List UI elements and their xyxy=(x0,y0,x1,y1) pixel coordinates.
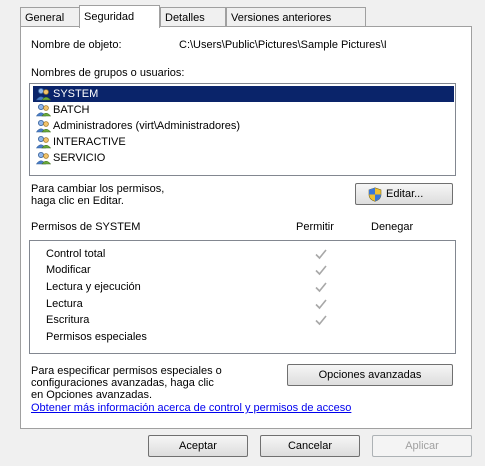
permission-row-escritura: Escritura xyxy=(46,312,446,328)
group-item-batch[interactable]: BATCH xyxy=(33,102,454,118)
edit-button-label: Editar... xyxy=(386,188,424,200)
permissions-list[interactable]: Control total Modificar Lectura y ejecuc… xyxy=(29,240,456,354)
group-name: INTERACTIVE xyxy=(53,136,126,148)
check-icon xyxy=(315,282,327,293)
edit-button[interactable]: Editar... xyxy=(355,183,453,205)
users-icon xyxy=(36,104,51,117)
group-item-interactive[interactable]: INTERACTIVE xyxy=(33,134,454,150)
check-icon xyxy=(315,249,327,260)
users-icon xyxy=(36,120,51,133)
users-icon xyxy=(36,136,51,149)
groups-label: Nombres de grupos o usuarios: xyxy=(31,67,185,79)
apply-button-label: Aplicar xyxy=(405,440,439,452)
permission-name: Lectura xyxy=(46,298,83,310)
learn-more-link[interactable]: Obtener más información acerca de contro… xyxy=(31,402,351,414)
cancel-button-label: Cancelar xyxy=(287,440,333,452)
tab-details-label: Detalles xyxy=(165,12,205,24)
security-tab-panel: Nombre de objeto: C:\Users\Public\Pictur… xyxy=(20,26,472,429)
deny-column-header: Denegar xyxy=(371,221,414,233)
check-icon xyxy=(315,299,327,310)
apply-button[interactable]: Aplicar xyxy=(372,435,472,457)
allow-column-header: Permitir xyxy=(296,221,334,233)
groups-list[interactable]: SYSTEM BATCH Administradores (virt\Admin… xyxy=(29,83,456,176)
tab-previous-versions-label: Versiones anteriores xyxy=(231,12,332,24)
ok-button-label: Aceptar xyxy=(179,440,217,452)
permissions-header-label: Permisos de SYSTEM xyxy=(31,221,141,233)
change-permissions-text-2: haga clic en Editar. xyxy=(31,195,124,207)
permission-name: Lectura y ejecución xyxy=(46,281,141,293)
tab-security[interactable]: Seguridad xyxy=(79,5,160,28)
permission-row-control-total: Control total xyxy=(46,246,446,262)
tab-details[interactable]: Detalles xyxy=(160,7,226,26)
advanced-text-1: Para especificar permisos especiales o xyxy=(31,365,222,377)
users-icon xyxy=(36,152,51,165)
shield-icon xyxy=(368,187,382,202)
group-name: SYSTEM xyxy=(53,88,99,100)
permission-name: Modificar xyxy=(46,264,91,276)
tab-security-label: Seguridad xyxy=(84,11,135,23)
permission-row-permisos-especiales: Permisos especiales xyxy=(46,329,446,345)
advanced-text-2: configuraciones avanzadas, haga clic xyxy=(31,377,214,389)
group-item-servicio[interactable]: SERVICIO xyxy=(33,150,454,166)
group-item-administradores[interactable]: Administradores (virt\Administradores) xyxy=(33,118,454,134)
permission-name: Escritura xyxy=(46,314,90,326)
group-item-system[interactable]: SYSTEM xyxy=(33,86,454,102)
ok-button[interactable]: Aceptar xyxy=(148,435,248,457)
tab-general[interactable]: General xyxy=(20,7,81,26)
tab-general-label: General xyxy=(25,12,65,24)
permission-row-modificar: Modificar xyxy=(46,262,446,278)
object-name-value: C:\Users\Public\Pictures\Sample Pictures… xyxy=(179,39,387,51)
advanced-text-3: en Opciones avanzadas. xyxy=(31,389,153,401)
cancel-button[interactable]: Cancelar xyxy=(260,435,360,457)
change-permissions-text-1: Para cambiar los permisos, xyxy=(31,183,165,195)
advanced-options-button-label: Opciones avanzadas xyxy=(318,369,422,381)
group-name: Administradores (virt\Administradores) xyxy=(53,120,241,132)
permission-row-lectura: Lectura xyxy=(46,296,446,312)
group-name: BATCH xyxy=(53,104,90,116)
permission-name: Control total xyxy=(46,248,106,260)
tab-previous-versions[interactable]: Versiones anteriores xyxy=(226,7,366,26)
users-icon xyxy=(36,88,51,101)
permission-row-lectura-ejecucion: Lectura y ejecución xyxy=(46,279,446,295)
advanced-options-button[interactable]: Opciones avanzadas xyxy=(287,364,453,386)
permission-name: Permisos especiales xyxy=(46,331,147,343)
check-icon xyxy=(315,315,327,326)
check-icon xyxy=(315,265,327,276)
group-name: SERVICIO xyxy=(53,152,106,164)
object-name-label: Nombre de objeto: xyxy=(31,39,122,51)
